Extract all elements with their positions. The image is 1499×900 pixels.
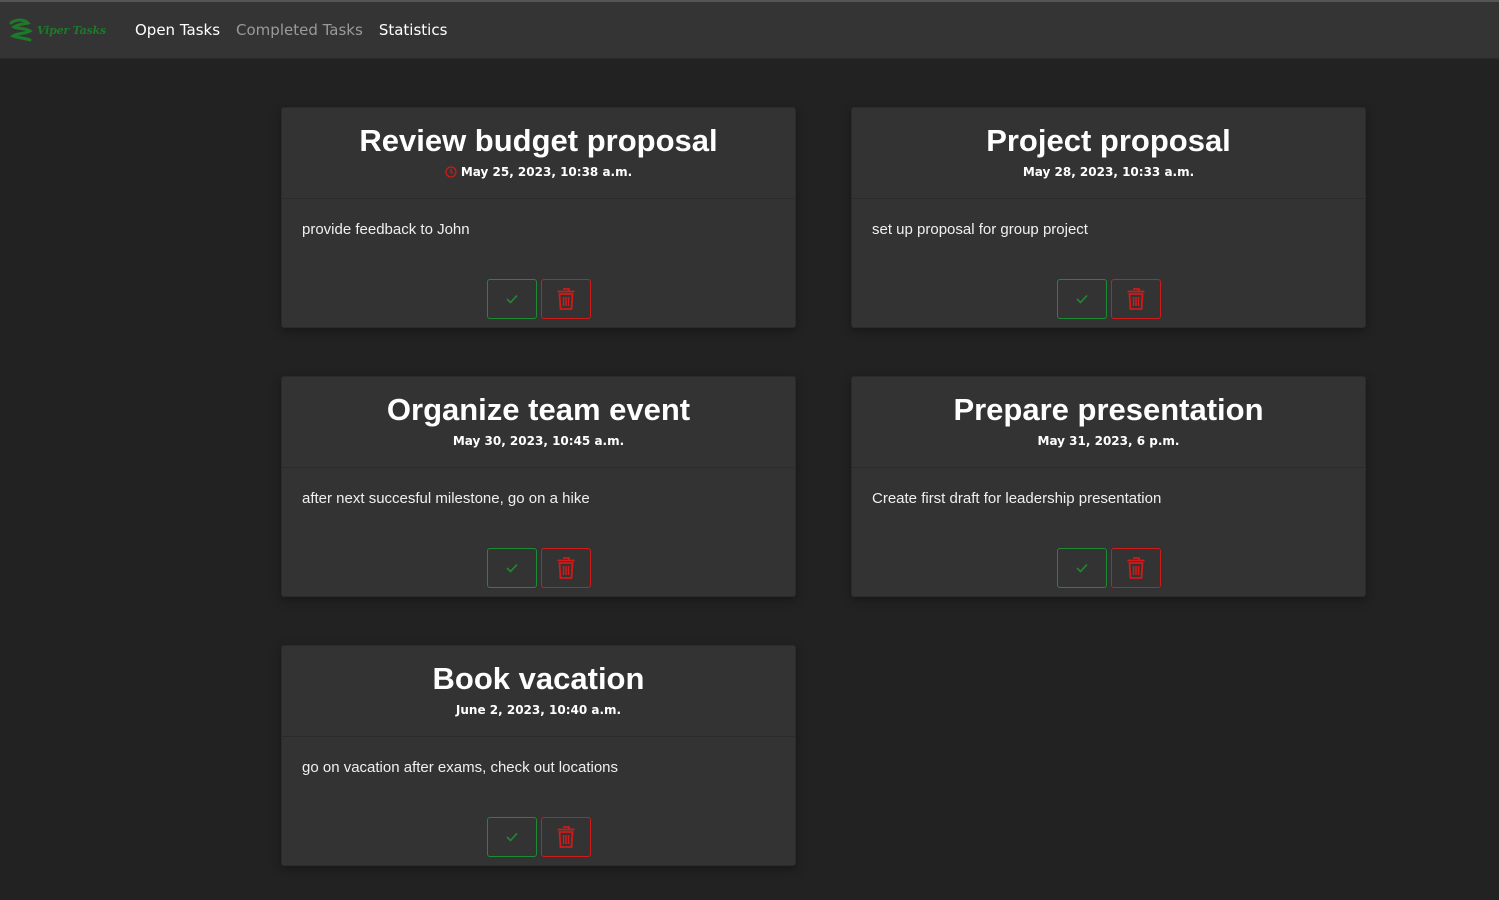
check-icon <box>505 832 518 842</box>
task-description: go on vacation after exams, check out lo… <box>302 759 619 776</box>
delete-task-button[interactable] <box>540 279 591 319</box>
navbar: Viper Tasks Open Tasks Completed Tasks S… <box>0 2 1499 59</box>
task-due-date: May 31, 2023, 6 p.m. <box>1038 434 1180 448</box>
delete-task-button[interactable] <box>540 817 591 857</box>
task-card: Book vacation June 2, 2023, 10:40 a.m. g… <box>281 645 796 866</box>
task-title: Project proposal <box>986 123 1231 158</box>
task-card: Project proposal May 28, 2023, 10:33 a.m… <box>851 107 1366 328</box>
complete-task-button[interactable] <box>486 548 537 588</box>
task-actions <box>282 817 795 857</box>
trash-icon <box>557 826 574 848</box>
nav-completed-tasks[interactable]: Completed Tasks <box>236 21 363 39</box>
viper-logo-icon <box>9 18 33 42</box>
task-due-date: May 30, 2023, 10:45 a.m. <box>453 434 624 448</box>
delete-task-button[interactable] <box>540 548 591 588</box>
clock-icon <box>445 166 457 178</box>
task-date-text: June 2, 2023, 10:40 a.m. <box>455 703 622 717</box>
task-date-text: May 31, 2023, 6 p.m. <box>1037 434 1180 448</box>
check-icon <box>1075 563 1088 573</box>
task-date-text: May 30, 2023, 10:45 a.m. <box>452 434 625 448</box>
check-icon <box>505 294 518 304</box>
brand-logo[interactable]: Viper Tasks <box>8 18 120 42</box>
task-title: Organize team event <box>386 392 691 427</box>
complete-task-button[interactable] <box>1056 548 1107 588</box>
nav-open-tasks[interactable]: Open Tasks <box>135 21 220 39</box>
task-date-text: May 28, 2023, 10:33 a.m. <box>1022 165 1195 179</box>
nav-statistics[interactable]: Statistics <box>379 21 448 39</box>
task-card-header: Project proposal May 28, 2023, 10:33 a.m… <box>852 108 1365 199</box>
task-description: Create first draft for leadership presen… <box>872 490 1162 507</box>
task-card: Organize team event May 30, 2023, 10:45 … <box>281 376 796 597</box>
task-grid: Review budget proposal May 25, 2023, 10:… <box>281 107 1366 866</box>
check-icon <box>505 563 518 573</box>
task-card: Review budget proposal May 25, 2023, 10:… <box>281 107 796 328</box>
brand-name: Viper Tasks <box>37 23 106 37</box>
task-actions <box>852 548 1365 588</box>
delete-task-button[interactable] <box>1110 279 1161 319</box>
check-icon <box>1075 294 1088 304</box>
task-card-header: Organize team event May 30, 2023, 10:45 … <box>282 377 795 468</box>
task-due-date: June 2, 2023, 10:40 a.m. <box>456 703 621 717</box>
task-card-header: Prepare presentation May 31, 2023, 6 p.m… <box>852 377 1365 468</box>
task-card-header: Book vacation June 2, 2023, 10:40 a.m. <box>282 646 795 737</box>
task-card-header: Review budget proposal May 25, 2023, 10:… <box>282 108 795 199</box>
task-card: Prepare presentation May 31, 2023, 6 p.m… <box>851 376 1366 597</box>
task-actions <box>282 279 795 319</box>
task-actions <box>852 279 1365 319</box>
trash-icon <box>1127 288 1144 310</box>
task-title: Book vacation <box>432 661 645 696</box>
task-date-text: May 25, 2023, 10:38 a.m. <box>460 165 633 179</box>
trash-icon <box>557 288 574 310</box>
task-description: after next succesful milestone, go on a … <box>302 490 590 507</box>
task-due-date: May 25, 2023, 10:38 a.m. <box>445 165 632 179</box>
task-description: provide feedback to John <box>302 221 470 238</box>
task-title: Review budget proposal <box>359 123 718 158</box>
task-actions <box>282 548 795 588</box>
task-title: Prepare presentation <box>953 392 1264 427</box>
complete-task-button[interactable] <box>486 279 537 319</box>
trash-icon <box>1127 557 1144 579</box>
trash-icon <box>557 557 574 579</box>
complete-task-button[interactable] <box>1056 279 1107 319</box>
delete-task-button[interactable] <box>1110 548 1161 588</box>
complete-task-button[interactable] <box>486 817 537 857</box>
task-description: set up proposal for group project <box>872 221 1088 238</box>
task-due-date: May 28, 2023, 10:33 a.m. <box>1023 165 1194 179</box>
